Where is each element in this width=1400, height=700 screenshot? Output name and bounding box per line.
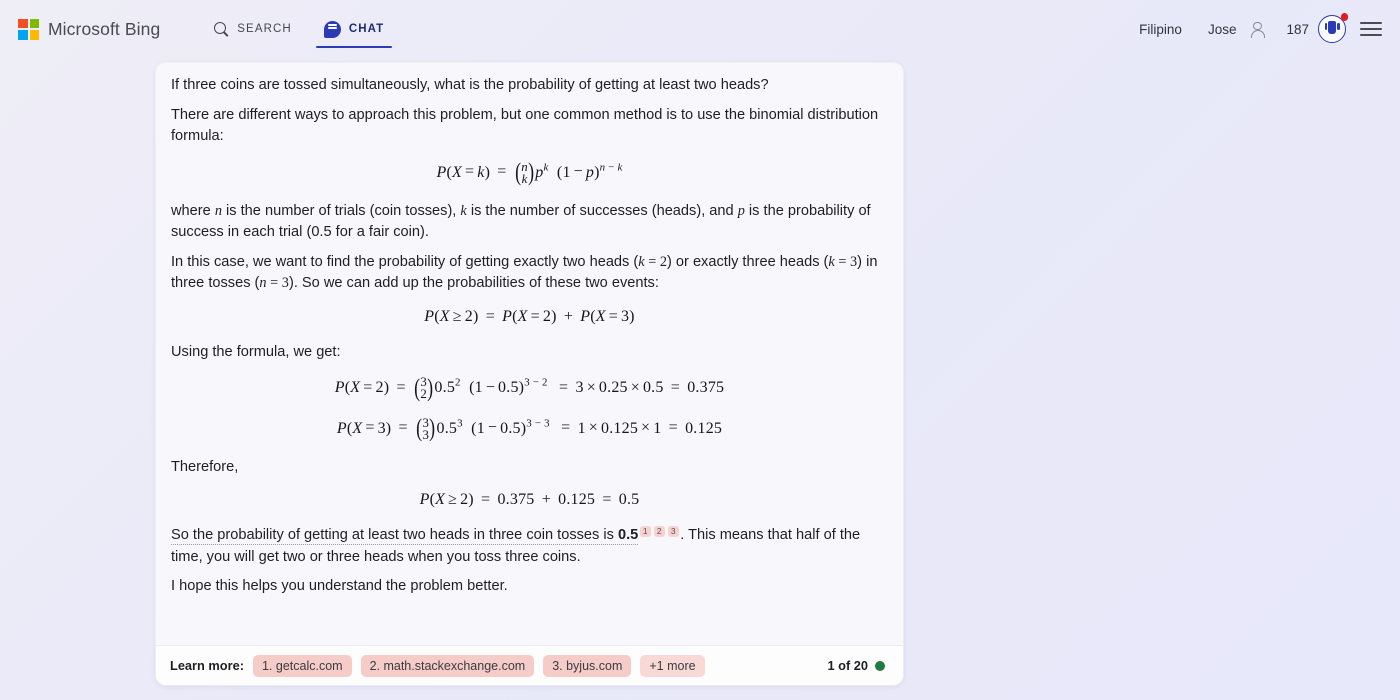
equation-sum-of-events: P(X ≥2) = P(X = 2) + P(X = 3) (424, 307, 635, 325)
case-var-n3: n (259, 275, 267, 292)
microsoft-squares-icon (18, 18, 39, 40)
case-eq2: = 2 (644, 253, 667, 270)
top-navigation-bar: Microsoft Bing SEARCH CHAT Filipino Jose… (0, 0, 1400, 58)
header-right-cluster: Filipino Jose 187 (1126, 13, 1382, 43)
citation-ref-1[interactable]: 1 (639, 525, 651, 537)
case-p4: ). So we can add up the probabilities of… (288, 275, 659, 292)
equation-p-x-equals-2: P(X = 2) = (3 2) 0.52 (1−0.5)3 − 2 = 3 × 0.25 ×… (334, 374, 725, 402)
chat-answer-card: If three coins are tossed simultaneously… (156, 63, 903, 685)
nav-tabs: SEARCH CHAT (212, 0, 392, 58)
notification-dot (1340, 13, 1348, 21)
citation-ref-2[interactable]: 2 (653, 525, 665, 537)
conversation-pager: 1 of 20 (827, 658, 889, 673)
where-p2: is the number of trials (coin tosses), (221, 202, 461, 219)
citation-ref-3[interactable]: 3 (667, 525, 679, 537)
chat-bubble-icon (323, 20, 341, 38)
person-icon[interactable] (1249, 21, 1266, 38)
sources-footer: Learn more: 1. getcalc.com 2. math.stack… (156, 645, 903, 685)
tab-search[interactable]: SEARCH (212, 0, 294, 58)
account-name-label[interactable]: Jose (1195, 22, 1250, 37)
pager-count-label: 1 of 20 (827, 658, 868, 673)
equation-p-x-equals-3: P(X = 3) = (3 3) 0.53 (1−0.5)3 − 3 = 1 × 0.125… (336, 414, 723, 442)
case-explanation-paragraph: In this case, we want to find the probab… (170, 252, 889, 295)
conclusion-paragraph: So the probability of getting at least t… (170, 525, 889, 568)
equation-final-result: P(X ≥2) = 0.375 + 0.125 = 0.5 (419, 491, 640, 509)
equation-binomial-formula: P(X = k) = (n k) pk (1− p)n − k (436, 158, 623, 186)
user-question-text: If three coins are tossed simultaneously… (171, 77, 769, 93)
medal-glyph (1324, 21, 1340, 34)
source-chip-more[interactable]: +1 more (640, 654, 705, 677)
pager-status-dot (875, 660, 885, 671)
rewards-points-count[interactable]: 187 (1272, 22, 1318, 37)
source-chip-3[interactable]: 3. byjus.com (543, 654, 632, 677)
using-formula-paragraph: Using the formula, we get: (171, 343, 341, 360)
case-eqn3: = 3 (266, 275, 289, 292)
where-definitions-paragraph: where n is the number of trials (coin to… (170, 201, 889, 244)
var-p: p (737, 202, 745, 219)
var-n: n (214, 202, 222, 219)
language-selector[interactable]: Filipino (1126, 22, 1195, 37)
rewards-badge-button[interactable] (1318, 13, 1348, 43)
tab-search-label: SEARCH (237, 23, 292, 35)
case-eq3: = 3 (834, 253, 858, 270)
hamburger-menu-icon[interactable] (1360, 21, 1382, 37)
learn-more-label: Learn more: (170, 658, 244, 673)
tab-chat-label: CHAT (348, 23, 385, 35)
conclusion-value: 0.5 (618, 527, 639, 544)
brand-name-label: Microsoft Bing (48, 18, 161, 39)
case-p1: In this case, we want to find the probab… (171, 253, 639, 270)
conclusion-lead: So the probability of getting at least t… (171, 527, 618, 544)
closing-paragraph: I hope this helps you understand the pro… (171, 578, 508, 595)
where-p1: where (171, 202, 215, 219)
source-chip-1[interactable]: 1. getcalc.com (252, 654, 352, 677)
cited-statement: So the probability of getting at least t… (171, 527, 639, 546)
case-p2: ) or exactly three heads ( (667, 253, 829, 270)
bing-brand-logo[interactable]: Microsoft Bing (18, 18, 161, 40)
intro-paragraph: There are different ways to approach thi… (171, 106, 879, 145)
where-p3: is the number of successes (heads), and (466, 202, 738, 219)
chat-answer-body: If three coins are tossed simultaneously… (156, 63, 903, 645)
tab-chat[interactable]: CHAT (315, 0, 392, 58)
search-icon (214, 21, 229, 37)
source-chip-2[interactable]: 2. math.stackexchange.com (360, 654, 535, 677)
therefore-paragraph: Therefore, (171, 458, 239, 475)
